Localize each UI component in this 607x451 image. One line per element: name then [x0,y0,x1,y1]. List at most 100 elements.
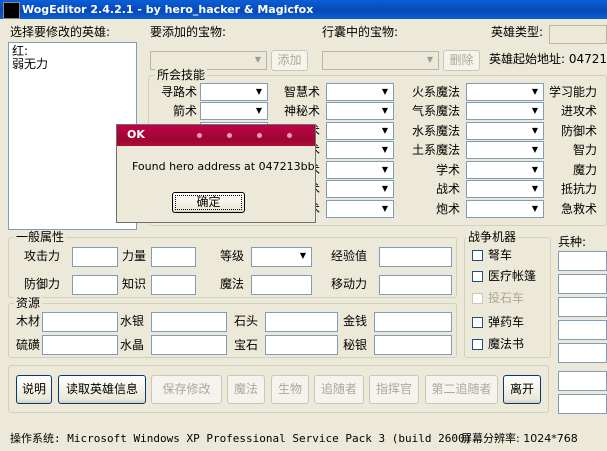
hero-address-label: 英雄起始地址: 047213 [489,52,607,66]
skill-level-select[interactable]: ▼ [466,83,544,101]
skill-level-select[interactable]: ▼ [326,180,394,198]
gems-input[interactable] [265,335,338,355]
skill-label: 智慧术 [283,85,320,99]
magic-button[interactable]: 魔法 [227,375,265,404]
attack-label: 攻击力 [24,249,61,263]
chevron-down-icon: ▼ [528,143,542,157]
skill-label: 战术 [435,182,460,196]
add-treasure-label: 要添加的宝物: [150,25,227,39]
skill-level-select[interactable]: ▼ [326,102,394,120]
chevron-down-icon: ▼ [528,85,542,99]
skill-level-select[interactable]: ▼ [326,200,394,218]
creature-slot-4[interactable] [558,320,607,340]
chevron-down-icon: ▼ [251,53,265,68]
skill-label: 气系魔法 [411,104,460,118]
chevron-down-icon: ▼ [423,53,437,68]
read-hero-button[interactable]: 读取英雄信息 [58,375,146,404]
skill-label: 防御术 [560,124,597,138]
select-hero-label: 选择要修改的英雄: [10,25,111,39]
gems-label: 宝石 [234,338,259,352]
chevron-down-icon: ▼ [378,182,392,196]
chevron-down-icon: ▼ [378,163,392,177]
defense-input[interactable] [72,275,118,295]
sulfur-input[interactable] [42,335,118,355]
gold-input[interactable] [374,312,452,332]
skill-label: 学术 [435,163,460,177]
skill-label: 学习能力 [548,85,597,99]
mana-input[interactable] [251,275,312,295]
delete-treasure-button[interactable]: 删除 [443,50,480,71]
sulfur-label: 硫磺 [16,338,41,352]
skill-level-select[interactable]: ▼ [326,122,394,140]
skill-level-select[interactable]: ▼ [466,102,544,120]
first-aid-checkbox[interactable] [472,271,483,282]
creature-slot-2[interactable] [558,274,607,294]
skill-level-select[interactable]: ▼ [466,141,544,159]
second-follower-button[interactable]: 第二追随者 [425,375,498,404]
creature-slot-7[interactable] [558,394,607,414]
crystal-input[interactable] [151,335,227,355]
mercury-input[interactable] [151,312,227,332]
movement-input[interactable] [379,275,452,295]
wood-input[interactable] [42,312,118,332]
dialog-message: Found hero address at 047213bb [132,160,315,173]
creature-slot-3[interactable] [558,297,607,317]
ballista-checkbox[interactable] [472,250,483,261]
save-button[interactable]: 保存修改 [151,375,222,404]
follower-button[interactable]: 追随者 [314,375,364,404]
skill-level-select[interactable]: ▼ [466,161,544,179]
power-input[interactable] [151,247,196,267]
chevron-down-icon: ▼ [528,163,542,177]
creature-slot-5[interactable] [558,343,607,363]
level-select[interactable]: ▼ [251,247,312,267]
power-label: 力量 [122,249,147,263]
leave-button[interactable]: 离开 [503,375,541,404]
skill-label: 水系魔法 [411,124,460,138]
wood-label: 木材 [16,314,41,328]
experience-input[interactable] [379,247,452,267]
dialog-ok-button[interactable]: 确定 [172,192,245,213]
status-bar: 操作系统: Microsoft Windows XP Professional … [0,429,607,451]
skill-label: 急救术 [560,202,597,216]
treasure-bag-select[interactable]: ▼ [322,51,439,70]
experience-label: 经验值 [331,249,368,263]
dialog-title-bar[interactable]: OK [117,125,315,146]
chevron-down-icon: ▼ [378,104,392,118]
add-treasure-button[interactable]: 添加 [271,50,308,71]
ammo-cart-label: 弹药车 [488,315,525,329]
skill-level-select[interactable]: ▼ [326,161,394,179]
spellbook-checkbox[interactable] [472,339,483,350]
chevron-down-icon: ▼ [378,124,392,138]
skill-level-select[interactable]: ▼ [466,180,544,198]
mercury-label: 水银 [120,314,145,328]
creature-slot-6[interactable] [558,371,607,391]
catapult-checkbox[interactable] [472,293,483,304]
decor-dot-icon [227,133,232,138]
title-bar: WogEditor 2.4.2.1 - by hero_hacker & Mag… [0,0,607,19]
mana-label: 魔法 [220,277,245,291]
hero-type-label: 英雄类型: [491,25,544,39]
level-label: 等级 [220,249,245,263]
creature-button[interactable]: 生物 [271,375,309,404]
mithril-input[interactable] [374,335,452,355]
commander-button[interactable]: 指挥官 [369,375,419,404]
hero-type-field[interactable] [549,25,607,44]
resources-group-label: 资源 [14,296,43,310]
skill-level-select[interactable]: ▼ [326,83,394,101]
ammo-cart-checkbox[interactable] [472,317,483,328]
window-title: WogEditor 2.4.2.1 - by hero_hacker & Mag… [22,3,314,16]
skill-level-select[interactable]: ▼ [326,141,394,159]
about-button[interactable]: 说明 [16,375,52,404]
skill-level-select[interactable]: ▼ [200,83,268,101]
skill-level-select[interactable]: ▼ [466,200,544,218]
knowledge-input[interactable] [151,275,196,295]
defense-label: 防御力 [24,277,61,291]
skill-level-select[interactable]: ▼ [200,102,268,120]
ore-input[interactable] [265,312,338,332]
creature-slot-1[interactable] [558,251,607,271]
chevron-down-icon: ▼ [528,182,542,196]
attack-input[interactable] [72,247,118,267]
skill-level-select[interactable]: ▼ [466,122,544,140]
hero-list-item[interactable]: 弱无力 [12,58,48,71]
app-icon [3,2,20,19]
